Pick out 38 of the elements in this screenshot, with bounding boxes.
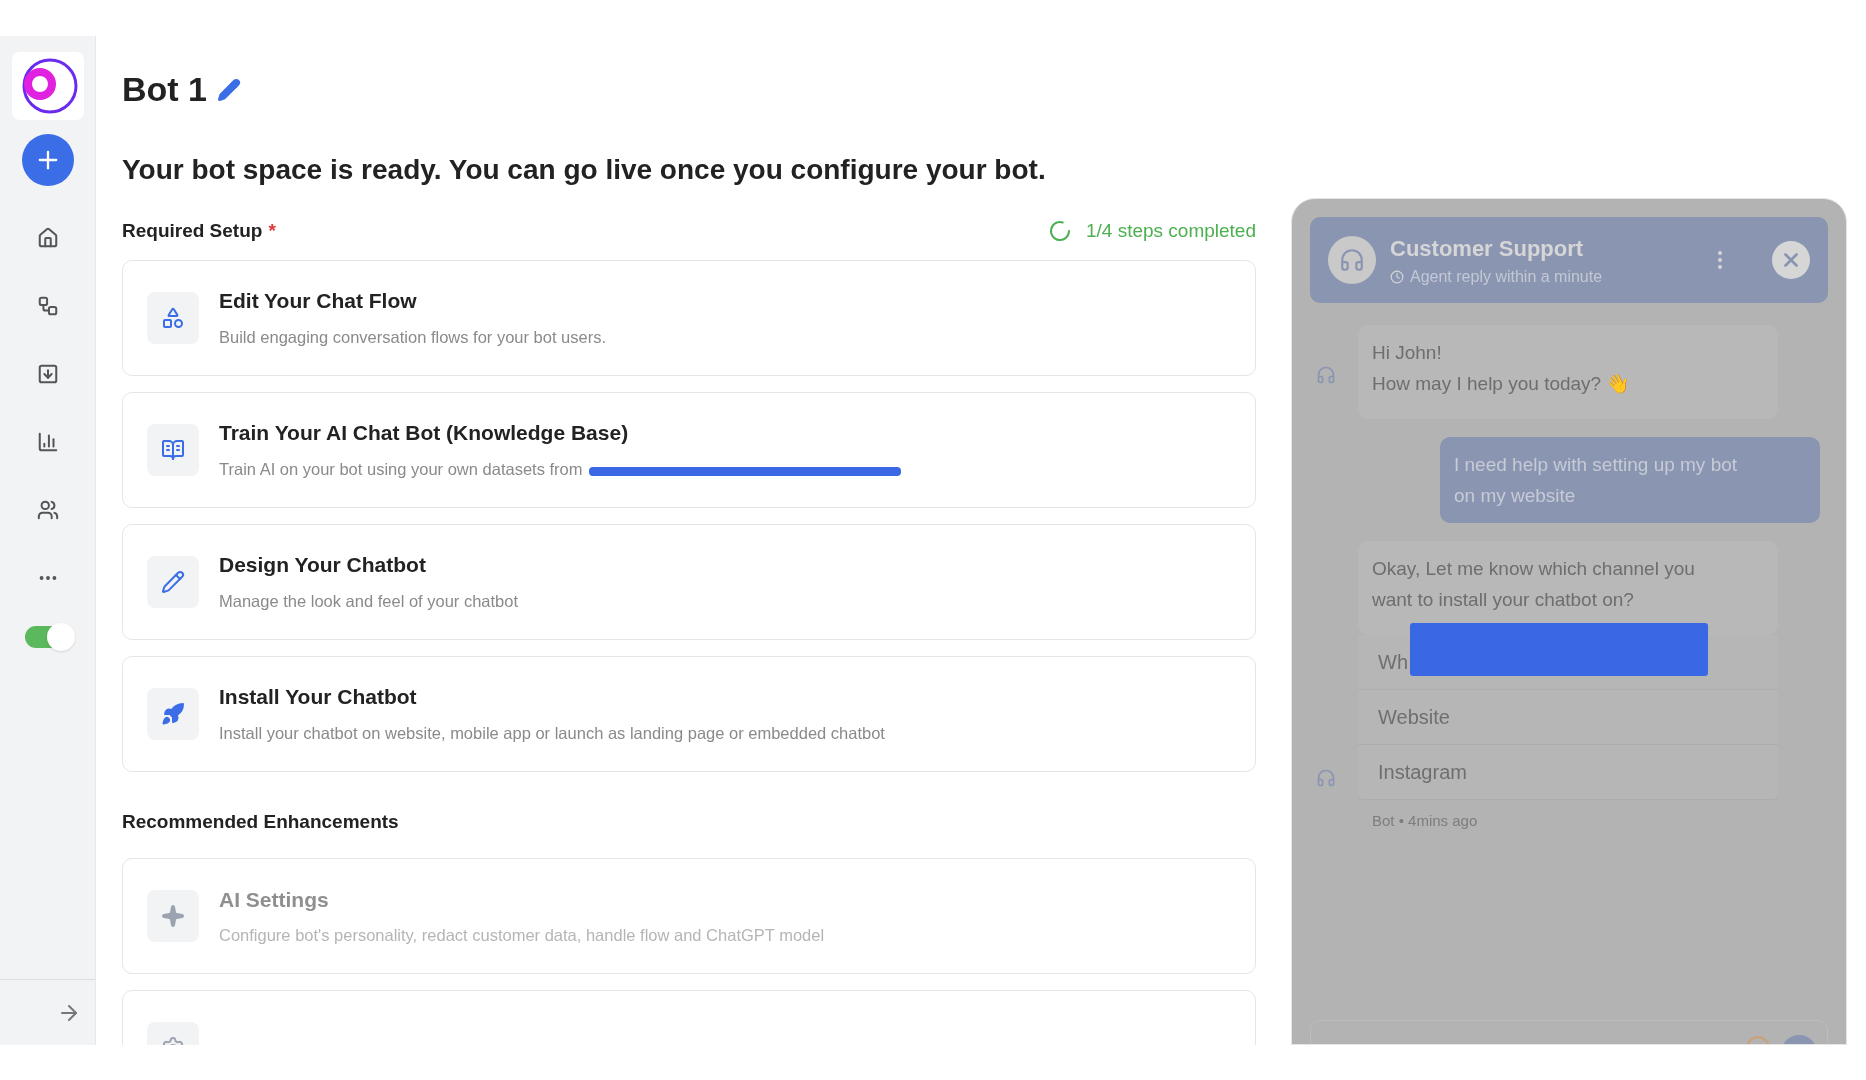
section-title: Required Setup	[122, 219, 263, 243]
headphones-icon	[1316, 365, 1336, 385]
step-title: AI Settings	[219, 886, 330, 913]
progress-icon	[1047, 219, 1072, 244]
headline: Your bot space is ready. You can go live once you configure your bot.	[122, 153, 1047, 187]
required-mark: *	[268, 219, 276, 243]
bot-message: Hi John! How may I help you today? 👋	[1358, 325, 1778, 419]
headphones-icon	[1316, 768, 1336, 788]
step-title: Design Your Chatbot	[219, 552, 427, 579]
step-title: Train Your AI Chat Bot (Knowledge Base)	[219, 420, 630, 447]
progress-text: 1/4 steps completed	[1085, 219, 1256, 243]
bot-title: Bot 1	[122, 69, 207, 110]
book-icon	[147, 423, 199, 476]
bot-message: Okay, Let me know which channel you want to install your chatbot on?	[1358, 541, 1778, 635]
logo-icon[interactable]	[11, 52, 84, 120]
step-card[interactable]: Design Your Chatbot Manage the look and feel of your chatbot	[122, 523, 1256, 640]
step-card[interactable]: Train Your AI Chat Bot (Knowledge Base) Train AI on your bot using your own datasets from	[122, 391, 1256, 508]
step-description: Build engaging conversation flows for your bot users.	[219, 326, 607, 348]
add-button[interactable]	[21, 134, 74, 186]
chat-title: Customer Support	[1390, 234, 1585, 263]
chat-subtitle: Agent reply within a minute	[1410, 266, 1603, 287]
edit-icon[interactable]	[217, 77, 241, 102]
shapes-icon	[147, 291, 199, 344]
step-card[interactable]: Install Your Chatbot Install your chatbot on website, mobile app or launch as landing page or embedded chatbot	[122, 655, 1256, 772]
rocket-icon	[147, 687, 199, 740]
clock-icon	[1390, 269, 1404, 284]
step-description: Install your chatbot on website, mobile app or launch as landing page or embedded chatbot	[219, 722, 885, 744]
headphones-icon	[1328, 236, 1376, 284]
step-description: Manage the look and feel of your chatbot	[219, 590, 519, 612]
step-title: Install Your Chatbot	[219, 684, 418, 711]
step-description: Configure bot's personality, redact customer data, handle flow and ChatGPT model	[219, 925, 825, 947]
step-description: Train AI on your bot using your own datasets from	[219, 458, 583, 480]
pencil-icon	[147, 555, 199, 608]
step-title: Edit Your Chat Flow	[219, 288, 418, 315]
sparkle-icon	[147, 890, 199, 942]
user-message: I need help with setting up my bot on my website	[1440, 437, 1820, 523]
step-card[interactable]: Edit Your Chat Flow Build engaging conversation flows for your bot users.	[122, 259, 1256, 376]
section-title: Recommended Enhancements	[122, 809, 400, 834]
